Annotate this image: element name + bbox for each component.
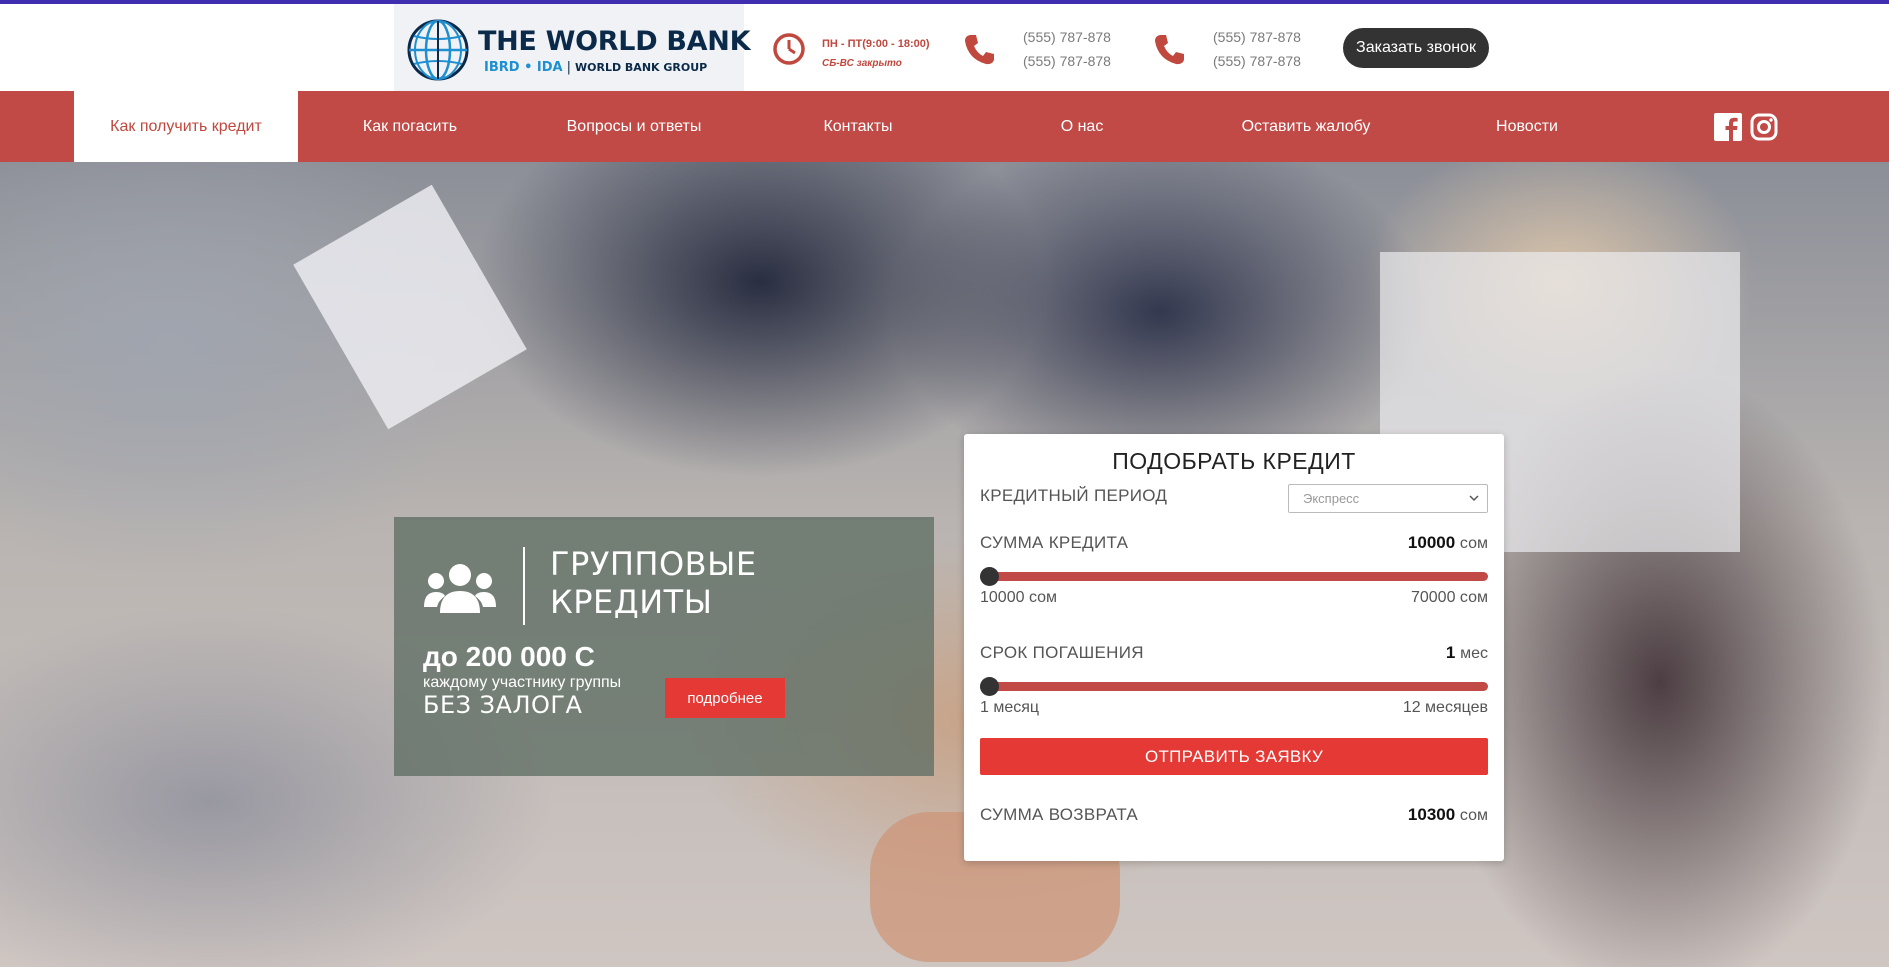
phone-icon — [1155, 35, 1184, 65]
logo-title: THE WORLD BANK — [478, 26, 751, 57]
nav-item-complaint[interactable]: Оставить жалобу — [1194, 91, 1418, 162]
credit-amount-slider[interactable] — [980, 567, 1488, 586]
hours-weekdays: ПН - ПТ(9:00 - 18:00) — [822, 38, 930, 50]
phone-number[interactable]: (555) 787-878 — [1023, 25, 1111, 49]
phone-number[interactable]: (555) 787-878 — [1213, 49, 1301, 73]
nav-item-about[interactable]: О нас — [970, 91, 1194, 162]
promo-amount: до 200 000 С — [423, 641, 595, 672]
credit-amount-unit: сом — [1459, 535, 1488, 552]
promo-title-line1: ГРУППОВЫЕ — [550, 545, 757, 583]
request-callback-button[interactable]: Заказать звонок — [1343, 28, 1489, 68]
return-amount-unit: сом — [1459, 807, 1488, 824]
promo-each-member: каждому участнику группы — [423, 674, 622, 691]
credit-amount-slider-handle[interactable] — [980, 567, 999, 586]
world-bank-logo[interactable]: THE WORLD BANK IBRD • IDA | WORLD BANK GRO… — [394, 4, 751, 91]
main-nav: Как получить кредит Как погасить Вопросы… — [0, 91, 1889, 162]
globe-icon — [407, 19, 469, 81]
credit-amount-max: 70000 сом — [1410, 589, 1488, 606]
phone-number[interactable]: (555) 787-878 — [1023, 49, 1111, 73]
hero-banner — [0, 162, 1889, 967]
logo-subtitle: IBRD • IDA | WORLD BANK GROUP — [484, 60, 707, 75]
repayment-term-value: 1 — [1445, 643, 1456, 662]
chevron-down-icon — [1469, 495, 1479, 502]
logo-separator: | — [566, 60, 571, 75]
hero-shirt-cuff — [293, 184, 527, 430]
more-details-button[interactable]: подробнее — [665, 678, 785, 718]
nav-item-repay[interactable]: Как погасить — [298, 91, 522, 162]
users-group-icon — [424, 564, 496, 613]
promo-title-line2: КРЕДИТЫ — [550, 583, 713, 621]
instagram-icon[interactable] — [1750, 113, 1778, 141]
calculator-title: ПОДОБРАТЬ КРЕДИТ — [1112, 448, 1356, 474]
nav-item-contacts[interactable]: Контакты — [746, 91, 970, 162]
phone-numbers-2: (555) 787-878 (555) 787-878 — [1213, 25, 1301, 73]
credit-amount-value: 10000 — [1407, 533, 1456, 552]
repayment-term-slider[interactable] — [980, 677, 1488, 696]
promo-title: ГРУППОВЫЕ КРЕДИТЫ — [550, 545, 757, 621]
return-amount-readout: 10300 сом — [1408, 805, 1488, 825]
credit-period-select[interactable]: Экспресс — [1288, 484, 1488, 513]
logo-group: WORLD BANK GROUP — [575, 61, 708, 74]
site-header: THE WORLD BANK IBRD • IDA | WORLD BANK GRO… — [0, 4, 1889, 91]
facebook-icon[interactable] — [1714, 113, 1742, 141]
repayment-term-unit: мес — [1460, 645, 1488, 662]
submit-application-button[interactable]: ОТПРАВИТЬ ЗАЯВКУ — [980, 738, 1488, 775]
return-amount-value: 10300 — [1407, 805, 1456, 824]
credit-period-value: Экспресс — [1303, 491, 1360, 506]
repayment-term-max: 12 месяцев — [1402, 699, 1488, 716]
credit-period-label: КРЕДИТНЫЙ ПЕРИОД — [980, 486, 1168, 505]
repayment-term-label: СРОК ПОГАШЕНИЯ — [980, 643, 1144, 662]
repayment-term-readout: 1 мес — [1446, 643, 1488, 663]
working-hours: ПН - ПТ(9:00 - 18:00) СБ-ВС закрыто — [822, 34, 930, 74]
clock-icon — [773, 33, 805, 65]
credit-amount-label: СУММА КРЕДИТА — [980, 533, 1129, 552]
repayment-term-min: 1 месяц — [980, 699, 1040, 716]
promo-no-collateral: БЕЗ ЗАЛОГА — [423, 691, 583, 719]
credit-amount-min: 10000 сом — [980, 589, 1058, 606]
nav-item-news[interactable]: Новости — [1418, 91, 1636, 162]
credit-calculator: ПОДОБРАТЬ КРЕДИТ КРЕДИТНЫЙ ПЕРИОД Экспре… — [964, 434, 1504, 861]
return-amount-label: СУММА ВОЗВРАТА — [980, 805, 1139, 824]
credit-amount-readout: 10000 сом — [1408, 533, 1488, 553]
repayment-term-slider-handle[interactable] — [980, 677, 999, 696]
nav-item-faq[interactable]: Вопросы и ответы — [522, 91, 746, 162]
phone-number[interactable]: (555) 787-878 — [1213, 25, 1301, 49]
logo-ibrd: IBRD • IDA — [484, 60, 563, 75]
promo-divider — [523, 547, 525, 625]
phone-icon — [965, 35, 994, 65]
hours-weekend: СБ-ВС закрыто — [822, 58, 902, 69]
nav-item-get-credit[interactable]: Как получить кредит — [74, 91, 298, 162]
group-credit-promo: ГРУППОВЫЕ КРЕДИТЫ до 200 000 С каждому у… — [394, 517, 934, 776]
phone-numbers-1: (555) 787-878 (555) 787-878 — [1023, 25, 1111, 73]
